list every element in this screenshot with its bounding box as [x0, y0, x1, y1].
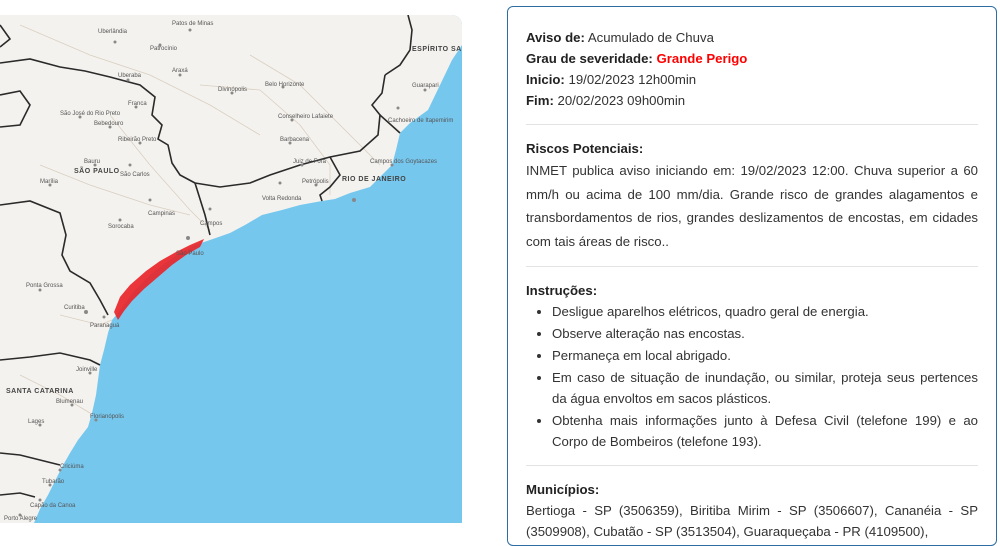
inicio-label: Inicio:: [526, 72, 565, 87]
alert-panel: Aviso de: Acumulado de Chuva Grau de sev…: [507, 6, 997, 546]
city-label: São Paulo: [176, 251, 204, 257]
city-label: Capão da Canoa: [30, 503, 76, 509]
city-label: Belo Horizonte: [265, 82, 305, 88]
city-label: Joinville: [76, 367, 98, 373]
city-label: Volta Redonda: [262, 196, 302, 202]
city-label: Sorocaba: [108, 224, 134, 230]
city-label: Ribeirão Preto: [118, 137, 157, 143]
city-label: São José do Rio Preto: [60, 111, 121, 117]
list-item: Obtenha mais informações junto à Defesa …: [552, 410, 978, 452]
city-label: Lages: [28, 419, 44, 425]
map-canvas[interactable]: Uberlândia Patos de Minas Patrocínio Ube…: [0, 15, 462, 523]
city-label: Conselheiro Lafaiete: [278, 114, 334, 120]
state-label: SÃO PAULO: [74, 166, 120, 175]
city-label: Florianópolis: [90, 414, 124, 420]
city-label: Ponta Grossa: [26, 283, 63, 289]
inicio-value: 19/02/2023 12h00min: [568, 72, 697, 87]
city-label: Franca: [128, 101, 147, 107]
city-label: Campos: [200, 221, 222, 227]
city-label: São Carlos: [120, 172, 150, 178]
instrucoes-list: Desligue aparelhos elétricos, quadro ger…: [526, 301, 978, 452]
list-item: Permaneça em local abrigado.: [552, 345, 978, 366]
aviso-value: Acumulado de Chuva: [587, 30, 714, 45]
city-label: Criciúma: [60, 464, 84, 470]
city-label: Campinas: [148, 211, 175, 217]
city-label: Tubarão: [42, 479, 65, 485]
severidade-row: Grau de severidade: Grande Perigo: [526, 48, 978, 69]
city-label: Cachoeiro de Itapemirim: [388, 118, 453, 124]
aviso-row: Aviso de: Acumulado de Chuva: [526, 27, 978, 48]
city-label: Petrópolis: [302, 179, 329, 185]
fim-label: Fim:: [526, 93, 554, 108]
alert-map[interactable]: Uberlândia Patos de Minas Patrocínio Ube…: [0, 15, 462, 523]
severidade-label: Grau de severidade:: [526, 51, 653, 66]
city-label: Bauru: [84, 159, 100, 165]
city-label: Campos dos Goytacazes: [370, 159, 437, 165]
city-label: Araxá: [172, 68, 188, 74]
city-label: Porto Alegre: [4, 516, 38, 522]
state-label: ESPÍRITO SANTO: [412, 44, 462, 53]
municipios-title: Municípios:: [526, 482, 600, 497]
city-label: Uberlândia: [98, 29, 128, 35]
city-label: Barbacena: [280, 137, 310, 143]
fim-value: 20/02/2023 09h00min: [557, 93, 686, 108]
instrucoes-title: Instruções:: [526, 283, 598, 298]
state-label: SANTA CATARINA: [6, 388, 74, 395]
divider: [526, 124, 978, 125]
city-label: Marília: [40, 179, 59, 185]
city-label: Patrocínio: [150, 46, 178, 52]
fim-row: Fim: 20/02/2023 09h00min: [526, 90, 978, 111]
severidade-value: Grande Perigo: [656, 51, 748, 66]
aviso-label: Aviso de:: [526, 30, 585, 45]
city-label: Bebedouro: [94, 121, 124, 127]
inicio-row: Inicio: 19/02/2023 12h00min: [526, 69, 978, 90]
list-item: Observe alteração nas encostas.: [552, 323, 978, 344]
divider: [526, 465, 978, 466]
city-label: Guarapari: [412, 83, 439, 89]
riscos-title: Riscos Potenciais:: [526, 141, 644, 156]
state-label: RIO DE JANEIRO: [342, 176, 406, 183]
list-item: Desligue aparelhos elétricos, quadro ger…: [552, 301, 978, 322]
list-item: Em caso de situação de inundação, ou sim…: [552, 367, 978, 409]
municipios-text: Bertioga - SP (3506359), Biritiba Mirim …: [526, 503, 978, 539]
city-label: Uberaba: [118, 73, 142, 79]
city-label: Curitiba: [64, 305, 85, 311]
divider: [526, 266, 978, 267]
city-label: Juiz de Fora: [293, 159, 327, 165]
city-label: Divinópolis: [218, 87, 247, 93]
city-label: Paranaguá: [90, 323, 120, 329]
city-label: Patos de Minas: [172, 21, 213, 27]
riscos-text: INMET publica aviso iniciando em: 19/02/…: [526, 163, 978, 249]
city-label: Blumenau: [56, 399, 83, 405]
